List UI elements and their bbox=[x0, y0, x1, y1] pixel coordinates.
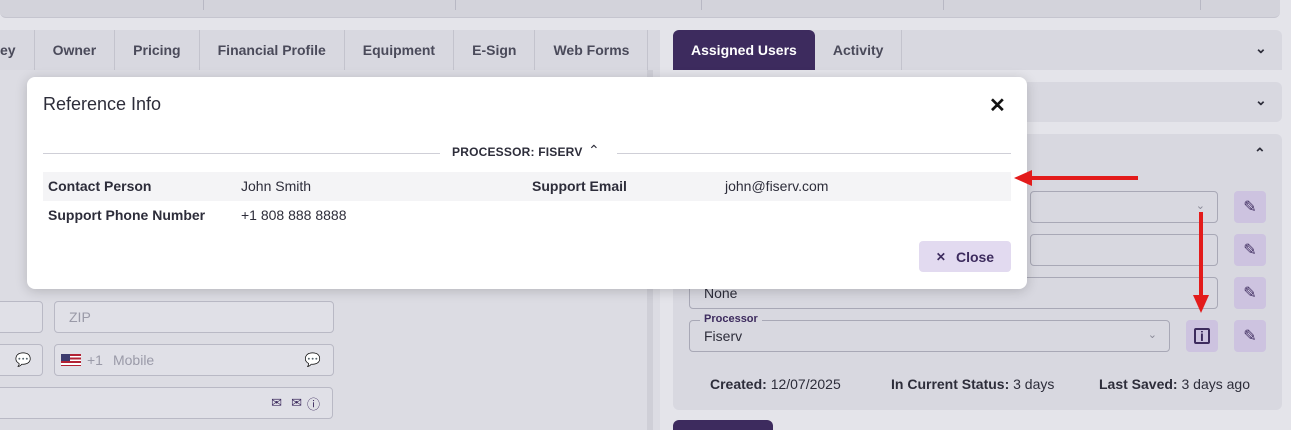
last-saved-value: 3 days ago bbox=[1181, 376, 1250, 392]
close-icon: ✕ bbox=[935, 249, 946, 264]
annotation-arrow bbox=[1030, 176, 1138, 180]
info-button[interactable]: i bbox=[1186, 320, 1218, 352]
top-bar-divider bbox=[203, 0, 204, 10]
last-saved-status: Last Saved: 3 days ago bbox=[1099, 376, 1250, 392]
chevron-up-icon[interactable]: ⌃ bbox=[588, 142, 600, 159]
tab-activity[interactable]: Activity bbox=[814, 30, 903, 70]
close-button-label: Close bbox=[955, 248, 995, 265]
tab-pricing[interactable]: Pricing bbox=[115, 30, 200, 70]
current-status-value: 3 days bbox=[1013, 376, 1055, 392]
last-saved-label: Last Saved: bbox=[1099, 376, 1178, 392]
select-field[interactable]: ⌄ bbox=[1030, 191, 1218, 223]
section-header[interactable]: PROCESSOR: FISERV bbox=[452, 145, 583, 159]
phone-field[interactable]: 💬 bbox=[0, 344, 43, 376]
support-email-value: john@fiserv.com bbox=[725, 178, 829, 194]
select-field[interactable] bbox=[1030, 234, 1218, 266]
close-button[interactable]: ✕ Close bbox=[919, 241, 1011, 272]
tab-partial[interactable]: ey bbox=[0, 30, 35, 70]
divider bbox=[617, 153, 1011, 154]
edit-button[interactable]: ✎ bbox=[1234, 191, 1266, 223]
mail-icon[interactable]: ✉ bbox=[271, 395, 282, 411]
tab-equipment[interactable]: Equipment bbox=[344, 30, 455, 70]
phone-prefix: +1 bbox=[87, 352, 103, 368]
help-icon[interactable]: ⓘ bbox=[307, 394, 320, 413]
top-bar-divider bbox=[455, 0, 456, 10]
mobile-field[interactable]: +1 Mobile 💬 bbox=[54, 344, 334, 376]
chevron-down-icon: ⌄ bbox=[1147, 329, 1157, 341]
edit-icon: ✎ bbox=[1243, 328, 1257, 345]
bottom-tab[interactable] bbox=[673, 420, 773, 430]
tab-financial-profile[interactable]: Financial Profile bbox=[199, 30, 345, 70]
tab-assigned-users[interactable]: Assigned Users bbox=[673, 30, 815, 70]
left-tab-bar: ey Owner Pricing Financial Profile Equip… bbox=[0, 30, 660, 70]
created-label: Created: bbox=[710, 376, 767, 392]
mobile-placeholder: Mobile bbox=[112, 352, 155, 368]
created-status: Created: 12/07/2025 bbox=[710, 376, 841, 392]
close-icon[interactable]: ✕ bbox=[989, 94, 1006, 118]
processor-value: Fiserv bbox=[704, 328, 743, 344]
support-email-label: Support Email bbox=[532, 178, 627, 194]
processor-select[interactable]: Processor Fiserv ⌄ bbox=[689, 313, 1170, 352]
contact-person-value: John Smith bbox=[241, 178, 312, 194]
processor-label: Processor bbox=[700, 313, 762, 325]
zip-field[interactable]: ZIP bbox=[54, 301, 334, 333]
support-phone-label: Support Phone Number bbox=[48, 207, 206, 223]
info-icon: i bbox=[1194, 328, 1210, 344]
table-row: Support Phone Number +1 808 888 8888 bbox=[43, 201, 1011, 230]
edit-button[interactable]: ✎ bbox=[1234, 277, 1266, 309]
reference-info-modal: Reference Info ✕ PROCESSOR: FISERV ⌃ Con… bbox=[27, 77, 1027, 289]
tab-owner[interactable]: Owner bbox=[34, 30, 116, 70]
current-status: In Current Status: 3 days bbox=[891, 376, 1054, 392]
support-phone-value: +1 808 888 8888 bbox=[241, 207, 347, 223]
chevron-down-icon[interactable]: ⌄ bbox=[1255, 40, 1267, 57]
annotation-arrow bbox=[1199, 212, 1203, 298]
edit-icon: ✎ bbox=[1243, 199, 1257, 216]
mail-open-icon[interactable]: ✉ bbox=[291, 395, 302, 411]
edit-button[interactable]: ✎ bbox=[1234, 234, 1266, 266]
edit-icon: ✎ bbox=[1243, 242, 1257, 259]
chevron-down-icon: ⌄ bbox=[1195, 200, 1205, 212]
us-flag-icon bbox=[61, 354, 81, 366]
top-bar-divider bbox=[1200, 0, 1201, 10]
created-value: 12/07/2025 bbox=[770, 376, 841, 392]
chevron-down-icon[interactable]: ⌄ bbox=[1255, 92, 1267, 109]
top-bar-divider bbox=[943, 0, 944, 10]
modal-title: Reference Info bbox=[43, 94, 162, 114]
top-bar bbox=[0, 0, 1280, 18]
edit-button[interactable]: ✎ bbox=[1234, 320, 1266, 352]
divider bbox=[43, 153, 440, 154]
table-row: Contact Person John Smith Support Email … bbox=[43, 172, 1011, 201]
current-status-label: In Current Status: bbox=[891, 376, 1010, 392]
tab-e-sign[interactable]: E-Sign bbox=[454, 30, 536, 70]
city-field[interactable] bbox=[0, 301, 43, 333]
contact-person-label: Contact Person bbox=[48, 178, 152, 194]
chat-icon[interactable]: 💬 bbox=[305, 352, 321, 368]
right-tab-bar: Assigned Users Activity bbox=[673, 30, 1282, 70]
chevron-up-icon[interactable]: ⌃ bbox=[1254, 145, 1266, 162]
edit-icon: ✎ bbox=[1243, 285, 1257, 302]
annotation-arrow-head bbox=[1014, 170, 1032, 186]
tab-web-forms[interactable]: Web Forms bbox=[535, 30, 649, 70]
annotation-arrow-head bbox=[1193, 295, 1209, 313]
email-field[interactable]: ✉ ✉ ⓘ bbox=[0, 387, 333, 419]
chat-icon[interactable]: 💬 bbox=[15, 352, 31, 368]
top-bar-divider bbox=[701, 0, 702, 10]
